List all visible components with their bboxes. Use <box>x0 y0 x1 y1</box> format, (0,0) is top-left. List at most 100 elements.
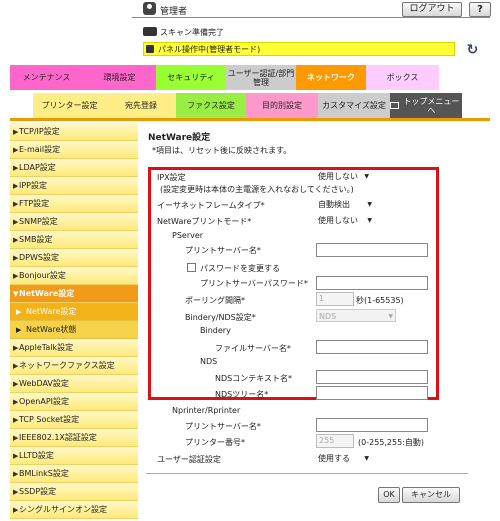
lock-icon <box>146 45 154 53</box>
user-auth-label: ユーザー認証設定 <box>157 455 221 464</box>
sidebar-item-ieee8021x[interactable]: ▶ IEEE802.1X認証設定 <box>10 429 138 447</box>
arrow-right-icon: ▶ <box>13 235 19 244</box>
tab-printer-settings[interactable]: プリンター設定 <box>33 93 106 118</box>
nds-context-input[interactable] <box>316 370 428 384</box>
arrow-right-icon: ▶ <box>13 253 19 262</box>
tab-network[interactable]: ネットワーク <box>296 65 366 90</box>
bindery-nds-select[interactable]: NDS ▼ <box>316 309 396 322</box>
chevron-down-icon: ▼ <box>364 455 369 462</box>
ok-button[interactable]: OK <box>378 487 400 503</box>
tab-bar-divider <box>10 118 490 121</box>
nds-label: NDS <box>200 357 218 366</box>
printer-number-label: プリンター番号* <box>185 438 245 447</box>
panel-status-bar: パネル操作中(管理者モード) <box>143 42 455 56</box>
tab-maintenance[interactable]: メンテナンス <box>10 65 83 90</box>
arrow-right-icon: ▶ <box>16 307 22 316</box>
arrow-right-icon: ▶ <box>16 325 22 334</box>
sidebar-item-snmp[interactable]: ▶ SNMP設定 <box>10 213 138 231</box>
printer-number-input[interactable]: 255 <box>316 434 354 448</box>
sidebar-item-dpws[interactable]: ▶ DPWS設定 <box>10 249 138 267</box>
top-menu-label: トップメニューへ <box>403 96 460 115</box>
nds-tree-input[interactable] <box>316 386 428 400</box>
nds-tree-label: NDSツリー名* <box>215 390 269 399</box>
sidebar-item-bonjour[interactable]: ▶ Bonjour設定 <box>10 267 138 285</box>
sidebar-item-network-fax[interactable]: ▶ ネットワークファクス設定 <box>10 357 138 375</box>
print-server-name-label: プリントサーバー名* <box>185 246 261 255</box>
print-server-name-input[interactable] <box>316 243 428 257</box>
print-mode-label: NetWareプリントモード* <box>157 217 252 226</box>
file-server-input[interactable] <box>316 340 428 354</box>
chevron-down-icon: ▼ <box>367 201 372 208</box>
sidebar-item-smb[interactable]: ▶ SMB設定 <box>10 231 138 249</box>
polling-interval-input[interactable]: 1 <box>316 292 354 306</box>
printer-number-range: (0-255,255:自動) <box>358 438 424 447</box>
tab-fax-settings[interactable]: ファクス設定 <box>176 93 246 118</box>
chevron-down-icon: ▼ <box>367 217 372 224</box>
refresh-icon[interactable]: ↻ <box>464 42 481 58</box>
sidebar-subitem-netware-settings[interactable]: ▶ NetWare設定 <box>10 303 138 321</box>
file-server-label: ファイルサーバー名* <box>215 344 291 353</box>
ipx-note: (設定変更時は本体の主電源を入れなおしてください。) <box>160 185 354 194</box>
chevron-down-icon: ▼ <box>388 313 393 320</box>
tab-security[interactable]: セキュリティ <box>156 65 226 90</box>
logout-button[interactable]: ログアウト <box>402 2 462 17</box>
top-menu-button[interactable]: トップメニューへ <box>390 93 462 118</box>
nprinter-server-input[interactable] <box>316 418 428 432</box>
sidebar-item-tcp-socket[interactable]: ▶ TCP Socket設定 <box>10 411 138 429</box>
sidebar-item-netware[interactable]: ▼ NetWare設定 <box>10 285 138 303</box>
sidebar-item-tcpip[interactable]: ▶ TCP/IP設定 <box>10 123 138 141</box>
sidebar-item-openapi[interactable]: ▶ OpenAPI設定 <box>10 393 138 411</box>
sidebar-item-email[interactable]: ▶ E-mail設定 <box>10 141 138 159</box>
change-password-checkbox[interactable] <box>187 263 196 272</box>
frame-type-select[interactable]: 自動検出 ▼ <box>316 198 374 211</box>
admin-user-icon <box>143 2 156 15</box>
tab-purpose-settings[interactable]: 目的別設定 <box>246 93 318 118</box>
arrow-down-icon: ▼ <box>13 289 19 298</box>
sidebar-item-ssdp[interactable]: ▶ SSDP設定 <box>10 483 138 501</box>
polling-interval-label: ポーリング間隔* <box>185 296 245 305</box>
nprinter-server-label: プリントサーバー名* <box>185 422 261 431</box>
change-password-label: パスワードを変更する <box>200 264 280 273</box>
reset-note: *項目は、リセット後に反映されます。 <box>152 146 292 155</box>
arrow-right-icon: ▶ <box>13 451 19 460</box>
sidebar-subitem-netware-status[interactable]: ▶ NetWare状態 <box>10 321 138 339</box>
ipx-select[interactable]: 使用しない ▼ <box>316 170 371 183</box>
tab-customize-settings[interactable]: カスタマイズ設定 <box>318 93 390 118</box>
user-auth-select[interactable]: 使用する ▼ <box>316 452 371 465</box>
scanner-icon <box>143 27 157 36</box>
arrow-right-icon: ▶ <box>13 217 19 226</box>
arrow-right-icon: ▶ <box>13 163 19 172</box>
header: 管理者 ログアウト ? スキャン準備完了 パネル操作中(管理者モード) ↻ <box>0 0 500 63</box>
sidebar-item-webdav[interactable]: ▶ WebDAV設定 <box>10 375 138 393</box>
arrow-right-icon: ▶ <box>13 271 19 280</box>
sidebar-item-lltd[interactable]: ▶ LLTD設定 <box>10 447 138 465</box>
tab-box[interactable]: ボックス <box>366 65 439 90</box>
help-button[interactable]: ? <box>469 2 491 17</box>
arrow-right-icon: ▶ <box>13 433 19 442</box>
sidebar-item-appletalk[interactable]: ▶ AppleTalk設定 <box>10 339 138 357</box>
arrow-right-icon: ▶ <box>13 361 19 370</box>
arrow-right-icon: ▶ <box>13 469 19 478</box>
sidebar-item-ftp[interactable]: ▶ FTP設定 <box>10 195 138 213</box>
pserver-label: PServer <box>172 231 204 240</box>
sidebar-item-ldap[interactable]: ▶ LDAP設定 <box>10 159 138 177</box>
print-server-password-label: プリントサーバーパスワード* <box>200 279 308 288</box>
print-mode-select[interactable]: 使用しない ▼ <box>316 214 374 227</box>
arrow-right-icon: ▶ <box>13 199 19 208</box>
cancel-button[interactable]: キャンセル <box>402 487 460 503</box>
tab-address-registration[interactable]: 宛先登録 <box>106 93 176 118</box>
frame-type-label: イーサネットフレームタイプ* <box>157 201 265 210</box>
ipx-label: IPX設定 <box>157 173 186 182</box>
tab-user-auth[interactable]: ユーザー認証/部門管理 <box>226 65 296 90</box>
sidebar-item-single-sign-on[interactable]: ▶ シングルサインオン設定 <box>10 501 138 519</box>
bindery-nds-label: Bindery/NDS設定* <box>185 313 256 322</box>
scan-status: スキャン準備完了 <box>160 28 224 37</box>
arrow-right-icon: ▶ <box>13 127 19 136</box>
header-divider <box>132 17 490 18</box>
tab-environment[interactable]: 環境設定 <box>83 65 156 90</box>
print-server-password-input[interactable] <box>316 276 428 290</box>
page-title: NetWare設定 <box>148 133 211 143</box>
sidebar-item-ipp[interactable]: ▶ IPP設定 <box>10 177 138 195</box>
arrow-right-icon: ▶ <box>13 397 19 406</box>
sidebar-item-bmlinks[interactable]: ▶ BMLinkS設定 <box>10 465 138 483</box>
